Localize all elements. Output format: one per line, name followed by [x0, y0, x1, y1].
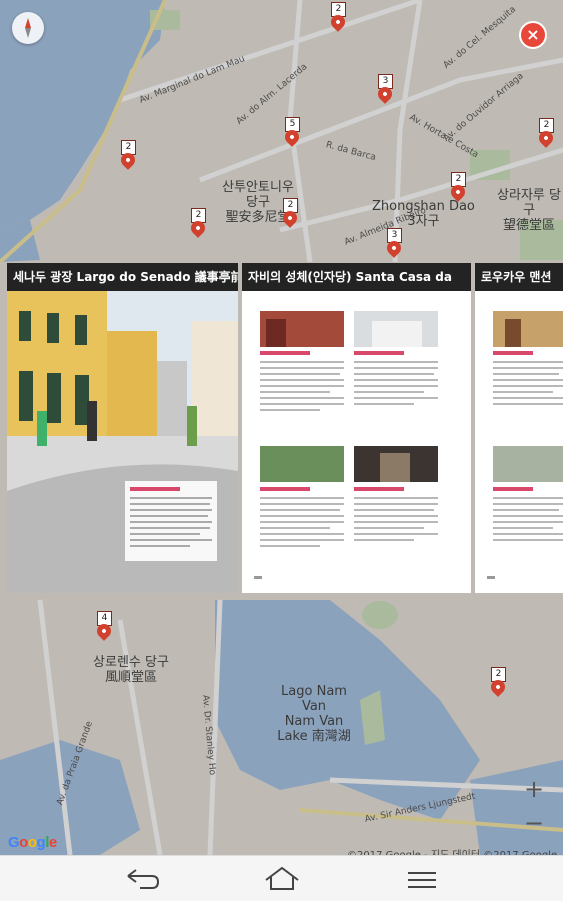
zoom-out-button[interactable]: −: [516, 806, 552, 840]
home-button[interactable]: [260, 862, 304, 896]
place-card-page: [475, 291, 563, 593]
map-marker[interactable]: 2: [448, 172, 468, 202]
place-card-title: 로우카우 맨션: [475, 263, 563, 291]
district-label: 상로렌수 당구 風順堂區: [93, 655, 169, 685]
home-icon: [265, 866, 299, 890]
close-icon: ×: [526, 25, 540, 44]
map-marker[interactable]: 2: [118, 140, 138, 170]
map-attribution: ©2017 Google - 지도 데이터 ©2017 Google: [347, 846, 557, 855]
place-card[interactable]: 자비의 성체(인자당) Santa Casa da: [242, 263, 471, 593]
map-marker[interactable]: 4: [94, 611, 114, 641]
map-marker[interactable]: 3: [375, 74, 395, 104]
district-label: 상라자루 당구 望德堂區: [497, 188, 561, 233]
back-icon: [127, 869, 160, 889]
place-card-title: 자비의 성체(인자당) Santa Casa da: [242, 263, 471, 291]
zoom-in-button[interactable]: +: [516, 772, 552, 806]
compass-button[interactable]: [12, 12, 44, 44]
map-marker[interactable]: 2: [328, 2, 348, 32]
place-card[interactable]: 세나두 광장 Largo do Senado 議事亭前: [7, 263, 238, 593]
map-marker[interactable]: 3: [384, 228, 404, 258]
place-card-photo: [7, 291, 238, 593]
place-card-carousel[interactable]: 세나두 광장 Largo do Senado 議事亭前 자비의 성체(인자당) …: [7, 263, 563, 593]
district-label: Lago Nam Van Nam Van Lake 南灣湖: [277, 684, 351, 744]
district-label: Zhongshan Dao 3자구: [372, 199, 475, 229]
google-logo: Google: [8, 834, 57, 851]
place-card[interactable]: 로우카우 맨션: [475, 263, 563, 593]
recent-apps-icon: [408, 872, 436, 888]
navigation-bar: [0, 855, 563, 901]
map-view[interactable]: Av. Marginal do Lam Mau Av. do Alm. Lace…: [0, 0, 563, 855]
back-button[interactable]: [120, 862, 164, 896]
place-card-title: 세나두 광장 Largo do Senado 議事亭前: [7, 263, 238, 291]
map-marker[interactable]: 2: [536, 118, 556, 148]
map-marker[interactable]: 2: [488, 667, 508, 697]
zoom-controls: + −: [516, 772, 552, 842]
recent-apps-button[interactable]: [400, 862, 444, 896]
close-button[interactable]: ×: [519, 21, 547, 49]
compass-icon: [25, 18, 31, 38]
map-marker[interactable]: 5: [282, 117, 302, 147]
map-marker[interactable]: 2: [280, 198, 300, 228]
place-card-page: [242, 291, 471, 593]
map-marker[interactable]: 2: [188, 208, 208, 238]
